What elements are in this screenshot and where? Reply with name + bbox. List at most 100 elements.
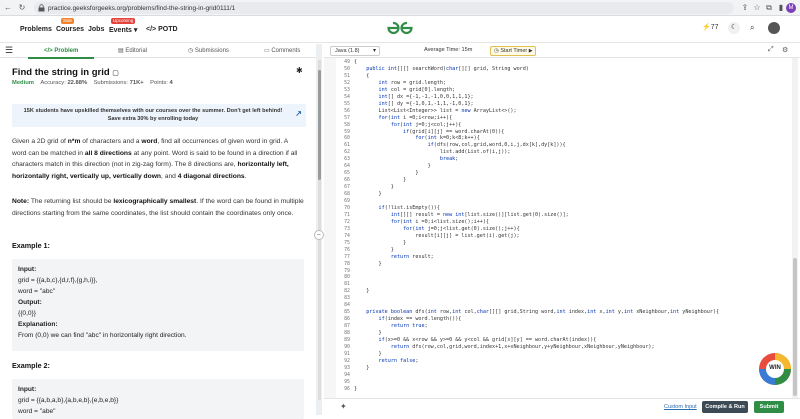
report-bug-icon[interactable]: ✱ bbox=[296, 66, 303, 75]
language-select[interactable]: Java (1.8) bbox=[330, 46, 380, 56]
code-line[interactable]: for(int j=0;j<list.get(0).size();j++){ bbox=[354, 226, 520, 232]
line-number: 84 bbox=[344, 302, 350, 309]
tab-problem[interactable]: </> Problem bbox=[27, 44, 95, 59]
upcoming-badge: Upcoming bbox=[111, 18, 136, 24]
line-number: 89 bbox=[344, 337, 350, 343]
code-line[interactable]: for(int j=0;j<col;j++){ bbox=[354, 122, 462, 128]
streak-counter[interactable]: ⚡77 bbox=[702, 23, 719, 31]
bookmark-star-icon[interactable]: ☆ bbox=[752, 3, 762, 13]
code-line[interactable]: { bbox=[354, 59, 357, 65]
code-line[interactable]: return false; bbox=[354, 358, 419, 364]
start-timer-button[interactable]: ◷ Start Timer ▶ bbox=[490, 46, 536, 56]
url-text: practice.geeksforgeeks.org/problems/find… bbox=[48, 4, 236, 12]
nav-events[interactable]: Upcoming Events ▾ bbox=[109, 18, 138, 34]
scroll-thumb[interactable] bbox=[318, 70, 321, 180]
tab-comments[interactable]: ▭ Comments bbox=[264, 44, 300, 58]
profile-avatar[interactable]: M bbox=[786, 3, 796, 13]
tab-submissions[interactable]: ◷ Submissions bbox=[188, 44, 229, 58]
code-line[interactable]: } bbox=[354, 386, 357, 392]
search-icon[interactable]: ⌕ bbox=[750, 23, 754, 33]
compile-run-button[interactable]: Compile & Run bbox=[702, 401, 748, 413]
chevron-down-icon: ▾ bbox=[133, 27, 138, 34]
nav-potd[interactable]: </> POTD bbox=[146, 26, 178, 33]
line-number: 76 bbox=[344, 246, 350, 253]
code-line[interactable]: int col = grid[0].length; bbox=[354, 87, 456, 93]
code-line[interactable]: } bbox=[354, 288, 369, 294]
tab-editorial[interactable]: ▤ Editorial bbox=[118, 44, 147, 58]
code-editor[interactable]: 49 {50 public int[][] searchWord(char[][]… bbox=[324, 58, 792, 398]
code-line[interactable]: list.add(List.of(i,j)); bbox=[354, 149, 511, 155]
code-line[interactable]: if(dfs(row,col,grid,word,0,i,j,dx[k],dy[… bbox=[354, 142, 566, 148]
code-line[interactable]: } bbox=[354, 240, 406, 246]
code-line[interactable]: if(index == word.length()){ bbox=[354, 316, 462, 322]
code-line[interactable]: int[][] result = new int[list.size()][li… bbox=[354, 212, 569, 218]
reload-icon[interactable]: ↻ bbox=[16, 3, 28, 12]
code-line[interactable]: for(int i =0;i<row;i++){ bbox=[354, 115, 453, 121]
code-line[interactable]: int row = grid.length; bbox=[354, 80, 446, 86]
theme-toggle-icon[interactable]: ☾ bbox=[728, 22, 740, 34]
code-line[interactable]: } bbox=[354, 163, 431, 169]
line-number: 87 bbox=[344, 323, 350, 330]
code-line[interactable]: List<List<Integer>> list = new ArrayList… bbox=[354, 108, 517, 114]
code-line[interactable]: return true; bbox=[354, 323, 428, 329]
code-line[interactable]: } bbox=[354, 184, 394, 190]
code-line[interactable]: for(int i =0;i<list.size();i++){ bbox=[354, 219, 489, 225]
sidebar-icon[interactable]: ▮ bbox=[776, 3, 786, 13]
editor-gutter bbox=[324, 58, 336, 398]
fullscreen-icon[interactable]: ⤢ bbox=[768, 46, 774, 54]
code-line[interactable]: } bbox=[354, 365, 369, 371]
code-line[interactable]: if(!list.isEmpty()){ bbox=[354, 205, 440, 211]
code-line[interactable]: { bbox=[354, 73, 369, 79]
address-bar[interactable]: practice.geeksforgeeks.org/problems/find… bbox=[34, 2, 734, 14]
sparkle-icon[interactable]: ✦ bbox=[340, 402, 347, 411]
gfg-logo[interactable] bbox=[384, 20, 416, 36]
editor-scroll-thumb[interactable] bbox=[793, 258, 797, 396]
lock-icon bbox=[38, 4, 45, 12]
line-number: 56 bbox=[344, 107, 350, 114]
code-line[interactable]: return dfs(row,col,grid,word,index+1,x+x… bbox=[354, 344, 655, 350]
line-number: 61 bbox=[344, 142, 350, 149]
nav-problems[interactable]: Problems bbox=[20, 26, 52, 33]
code-line[interactable]: private boolean dfs(int row,int col,char… bbox=[354, 309, 719, 315]
code-line[interactable]: } bbox=[354, 261, 382, 267]
promo-banner[interactable]: 15K students have upskilled themselves w… bbox=[12, 104, 306, 127]
code-line[interactable]: for(int k=0;k<8;k++){ bbox=[354, 135, 479, 141]
menu-icon[interactable]: ☰ bbox=[5, 44, 13, 58]
code-line[interactable]: if(grid[i][j] == word.charAt(0)){ bbox=[354, 129, 504, 135]
win-badge[interactable]: WIN bbox=[758, 352, 792, 386]
settings-icon[interactable]: ⚙ bbox=[782, 46, 788, 54]
line-number: 60 bbox=[344, 135, 350, 142]
line-number: 75 bbox=[344, 239, 350, 246]
code-line[interactable]: } bbox=[354, 191, 382, 197]
back-icon[interactable]: ← bbox=[2, 3, 14, 12]
code-line[interactable]: } bbox=[354, 351, 382, 357]
code-line[interactable]: return result; bbox=[354, 254, 434, 260]
code-line[interactable]: int[] dx ={-1,-1,-1,0,0,1,1,1}; bbox=[354, 94, 474, 100]
code-line[interactable]: } bbox=[354, 247, 394, 253]
code-line[interactable]: if(x>=0 && x<row && y>=0 && y<col && gri… bbox=[354, 337, 597, 343]
share-icon[interactable]: ⇪ bbox=[740, 3, 750, 13]
example-2-box: Input: grid = {{a,b,a,b},{a,b,e,b},{e,b,… bbox=[12, 379, 304, 419]
code-line[interactable]: } bbox=[354, 177, 406, 183]
submit-button[interactable]: Submit bbox=[754, 401, 784, 413]
code-line[interactable]: break; bbox=[354, 156, 458, 162]
line-number: 49 bbox=[344, 59, 350, 65]
line-number: 52 bbox=[344, 79, 350, 86]
line-number: 54 bbox=[344, 93, 350, 100]
bookmark-icon[interactable]: ▢ bbox=[112, 70, 119, 77]
win-label: WIN bbox=[769, 365, 781, 371]
code-line[interactable]: result[i][j] = list.get(i).get(j); bbox=[354, 233, 519, 239]
nav-jobs[interactable]: Jobs bbox=[88, 26, 104, 33]
nav-courses[interactable]: Sale Courses bbox=[56, 18, 84, 33]
custom-input-link[interactable]: Custom Input bbox=[664, 404, 697, 410]
user-avatar[interactable] bbox=[768, 22, 780, 34]
line-number: 59 bbox=[344, 128, 350, 135]
editor-scrollbar[interactable] bbox=[792, 58, 798, 398]
code-line[interactable]: public int[][] searchWord(char[][] grid,… bbox=[354, 66, 529, 72]
extensions-icon[interactable]: ⧉ bbox=[764, 3, 774, 13]
code-line[interactable]: int[] dy ={-1,0,1,-1,1,-1,0,1}; bbox=[354, 101, 474, 107]
external-link-icon[interactable]: ↗ bbox=[295, 110, 302, 118]
resize-handle-icon[interactable]: ⇔ bbox=[314, 230, 324, 240]
code-line[interactable]: } bbox=[354, 170, 418, 176]
code-line[interactable]: } bbox=[354, 330, 382, 336]
